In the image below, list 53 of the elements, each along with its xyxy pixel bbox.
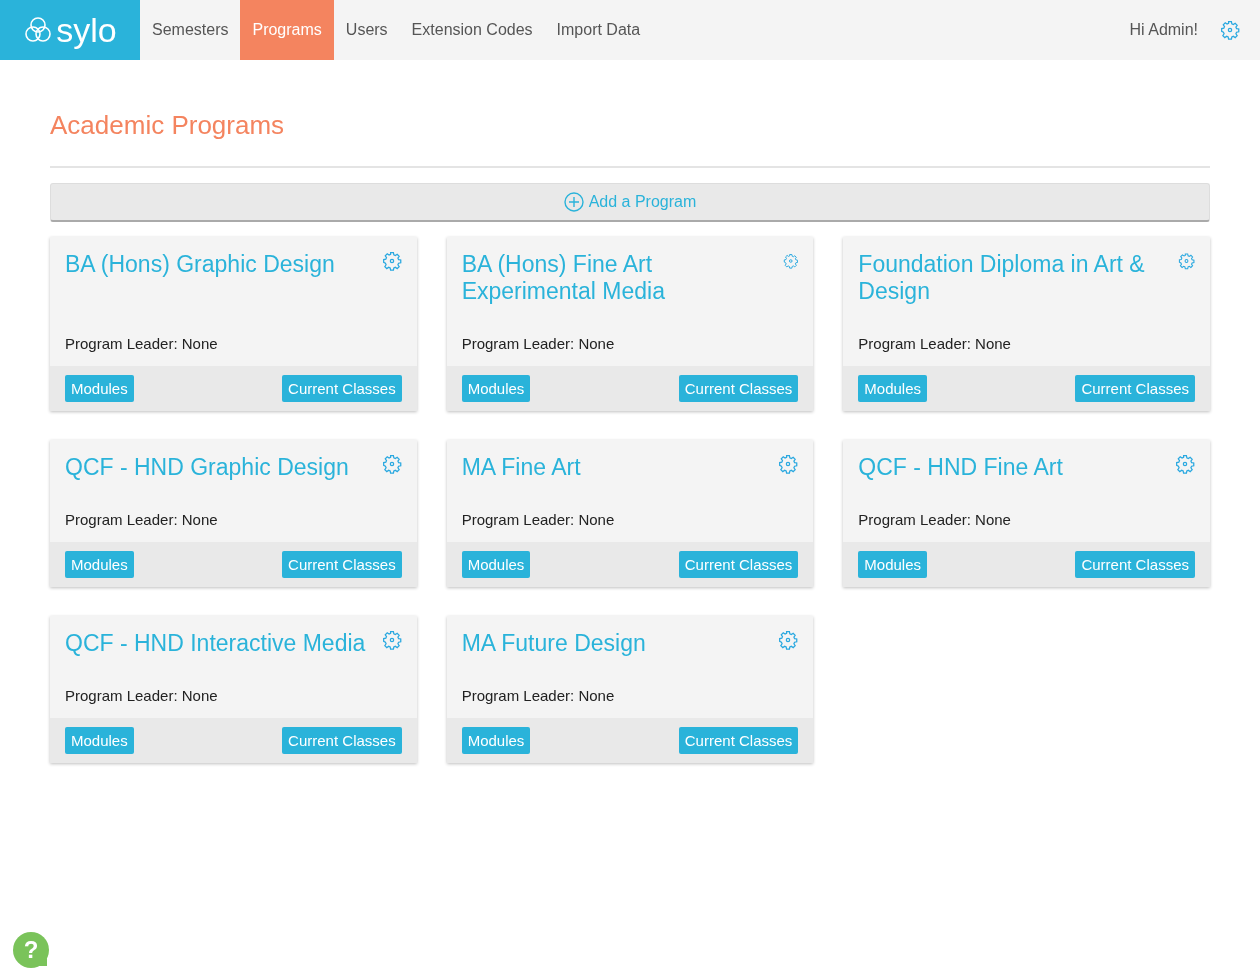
logo-text: sylo — [56, 13, 117, 47]
program-title[interactable]: Foundation Diploma in Art & Design — [858, 251, 1168, 305]
add-program-button[interactable]: Add a Program — [50, 183, 1210, 222]
current-classes-button[interactable]: Current Classes — [678, 375, 799, 402]
program-leader: Program Leader: None — [858, 334, 1012, 352]
modules-button[interactable]: Modules — [461, 551, 531, 578]
modules-button[interactable]: Modules — [858, 375, 928, 402]
settings-icon[interactable] — [381, 454, 402, 474]
modules-button[interactable]: Modules — [65, 375, 134, 402]
logo[interactable]: sylo — [0, 0, 140, 60]
nav-tab[interactable]: Users — [333, 0, 400, 60]
current-classes-button[interactable]: Current Classes — [1075, 375, 1195, 402]
nav-tab[interactable]: Semesters — [140, 0, 241, 60]
current-classes-button[interactable]: Current Classes — [282, 727, 402, 754]
modules-button[interactable]: Modules — [65, 727, 134, 754]
settings-icon[interactable] — [1220, 20, 1240, 40]
current-classes-button[interactable]: Current Classes — [1075, 551, 1195, 578]
settings-icon[interactable] — [381, 251, 402, 271]
program-title[interactable]: MA Future Design — [461, 630, 646, 657]
program-leader: Program Leader: None — [461, 334, 616, 352]
current-classes-button[interactable]: Current Classes — [678, 727, 799, 754]
modules-button[interactable]: Modules — [461, 375, 531, 402]
program-leader: Program Leader: None — [65, 510, 219, 528]
program-leader: Program Leader: None — [858, 510, 1012, 528]
program-title[interactable]: MA Fine Art — [461, 454, 581, 481]
nav-tab[interactable]: Extension Codes — [399, 0, 545, 60]
modules-button[interactable]: Modules — [65, 551, 134, 578]
program-title[interactable]: QCF - HND Graphic Design — [65, 454, 349, 481]
plus-circle-icon — [563, 192, 584, 212]
program-title[interactable]: QCF - HND Interactive Media — [65, 630, 366, 657]
settings-icon[interactable] — [1178, 251, 1195, 271]
program-title[interactable]: BA (Hons) Graphic Design — [65, 251, 335, 278]
current-classes-button[interactable]: Current Classes — [282, 375, 402, 402]
program-leader: Program Leader: None — [65, 334, 219, 352]
settings-icon[interactable] — [1175, 454, 1195, 474]
nav-tab[interactable]: Import Data — [544, 0, 653, 60]
program-leader: Program Leader: None — [65, 686, 219, 704]
logo-icon — [23, 15, 54, 45]
current-classes-button[interactable]: Current Classes — [282, 551, 402, 578]
program-leader: Program Leader: None — [461, 510, 616, 528]
modules-button[interactable]: Modules — [858, 551, 928, 578]
modules-button[interactable]: Modules — [461, 727, 531, 754]
nav-tab[interactable]: Programs — [240, 0, 334, 60]
settings-icon[interactable] — [381, 630, 402, 650]
program-title[interactable]: QCF - HND Fine Art — [858, 454, 1063, 481]
settings-icon[interactable] — [778, 630, 799, 650]
settings-icon[interactable] — [782, 251, 799, 271]
current-classes-button[interactable]: Current Classes — [678, 551, 799, 578]
program-leader: Program Leader: None — [461, 686, 616, 704]
program-title[interactable]: BA (Hons) Fine Art Experimental Media — [461, 251, 773, 305]
settings-icon[interactable] — [778, 454, 799, 474]
page-title: Academic Programs — [50, 60, 1210, 168]
greeting: Hi Admin! — [1129, 21, 1198, 39]
